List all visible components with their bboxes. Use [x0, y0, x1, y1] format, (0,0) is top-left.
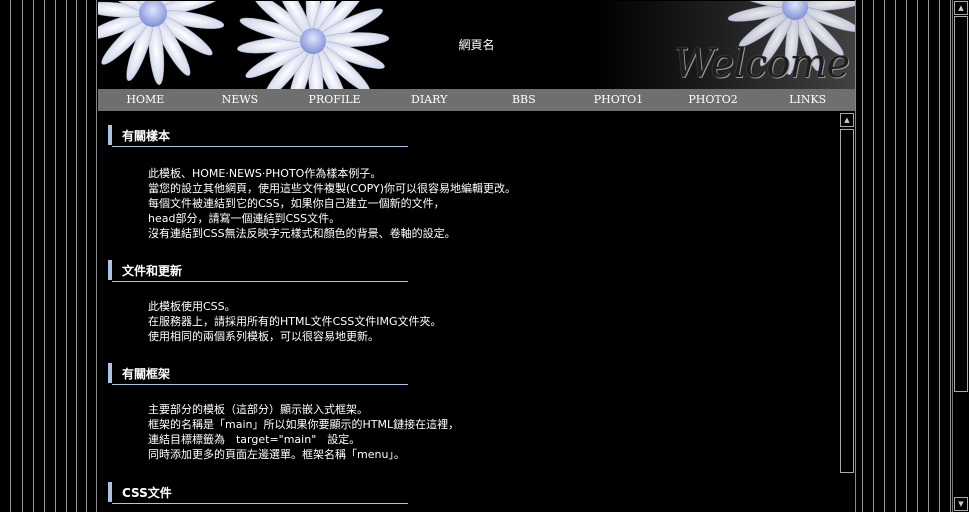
scroll-thumb[interactable]: [954, 16, 968, 392]
body-line: 主要部分的模板（這部分）顯示嵌入式框架。: [148, 403, 368, 416]
heading-underline: [112, 384, 408, 385]
body-line: 此模板、HOME‧NEWS‧PHOTO作為樣本例子。: [148, 167, 382, 180]
section-title: 文件和更新: [122, 264, 183, 278]
left-pinstripes: [0, 0, 96, 512]
section-heading: 有關樣本: [108, 125, 408, 147]
body-line: 框架的名稱是「main」所以如果你要顯示的HTML鏈接在這裡，: [148, 418, 460, 431]
nav-profile[interactable]: PROFILE: [287, 89, 382, 111]
nav-bar: HOME NEWS PROFILE DIARY BBS PHOTO1 PHOTO…: [98, 89, 855, 111]
content-iframe: 有關樣本 此模板、HOME‧NEWS‧PHOTO作為樣本例子。 當您的設立其他網…: [98, 111, 855, 512]
body-line: 使用相同的兩個系列模板，可以很容易地更新。: [148, 330, 379, 343]
heading-accent-bar: [108, 482, 112, 502]
section-heading: CSS文件: [108, 482, 408, 504]
heading-accent-bar: [108, 125, 112, 145]
nav-photo1[interactable]: PHOTO1: [571, 89, 666, 111]
scroll-up-icon[interactable]: ▲: [840, 113, 854, 127]
heading-accent-bar: [108, 260, 112, 280]
nav-diary[interactable]: DIARY: [382, 89, 477, 111]
body-line: 當您的設立其他網頁，使用這些文件複製(COPY)你可以很容易地編輯更改。: [148, 182, 517, 195]
section-title: CSS文件: [122, 486, 172, 500]
section-body: 此模板、HOME‧NEWS‧PHOTO作為樣本例子。 當您的設立其他網頁，使用這…: [148, 166, 516, 241]
body-line: 在服務器上，請採用所有的HTML文件CSS文件IMG文件夾。: [148, 315, 442, 328]
section-heading: 有關框架: [108, 363, 408, 385]
main-frame: 網頁名 Welcome HOME NEWS PROFILE DIARY BBS …: [96, 0, 856, 512]
section-body: 此模板使用CSS。 在服務器上，請採用所有的HTML文件CSS文件IMG文件夾。…: [148, 299, 442, 344]
heading-accent-bar: [108, 363, 112, 383]
body-line: 連結目標標籤為 target="main" 設定。: [148, 433, 361, 446]
scroll-down-icon[interactable]: ▼: [954, 497, 968, 511]
nav-bbs[interactable]: BBS: [477, 89, 572, 111]
scroll-thumb[interactable]: [840, 129, 854, 473]
section-title: 有關樣本: [122, 129, 171, 143]
nav-links[interactable]: LINKS: [760, 89, 855, 111]
nav-home[interactable]: HOME: [98, 89, 193, 111]
welcome-logo: Welcome: [673, 41, 850, 87]
section-title: 有關框架: [122, 367, 171, 381]
page-scrollbar[interactable]: ▲ ▼: [952, 0, 969, 512]
body-line: 沒有連結到CSS無法反映字元樣式和顏色的背景、卷軸的設定。: [148, 227, 456, 240]
body-line: 同時添加更多的頁面左邊選單。框架名稱「menu」。: [148, 448, 405, 461]
body-line: 此模板使用CSS。: [148, 300, 236, 313]
header-banner: 網頁名 Welcome: [98, 1, 855, 89]
heading-underline: [112, 281, 408, 282]
nav-photo2[interactable]: PHOTO2: [666, 89, 761, 111]
section-body: 主要部分的模板（這部分）顯示嵌入式框架。 框架的名稱是「main」所以如果你要顯…: [148, 402, 459, 462]
right-pinstripes: [856, 0, 952, 512]
scroll-up-icon[interactable]: ▲: [954, 1, 968, 15]
heading-underline: [112, 146, 408, 147]
nav-news[interactable]: NEWS: [193, 89, 288, 111]
body-line: head部分，請寫一個連結到CSS文件。: [148, 212, 341, 225]
section-heading: 文件和更新: [108, 260, 408, 282]
body-line: 每個文件被連結到它的CSS，如果你自己建立一個新的文件，: [148, 197, 445, 210]
heading-underline: [112, 503, 408, 504]
content-scrollbar[interactable]: ▲: [840, 113, 854, 473]
